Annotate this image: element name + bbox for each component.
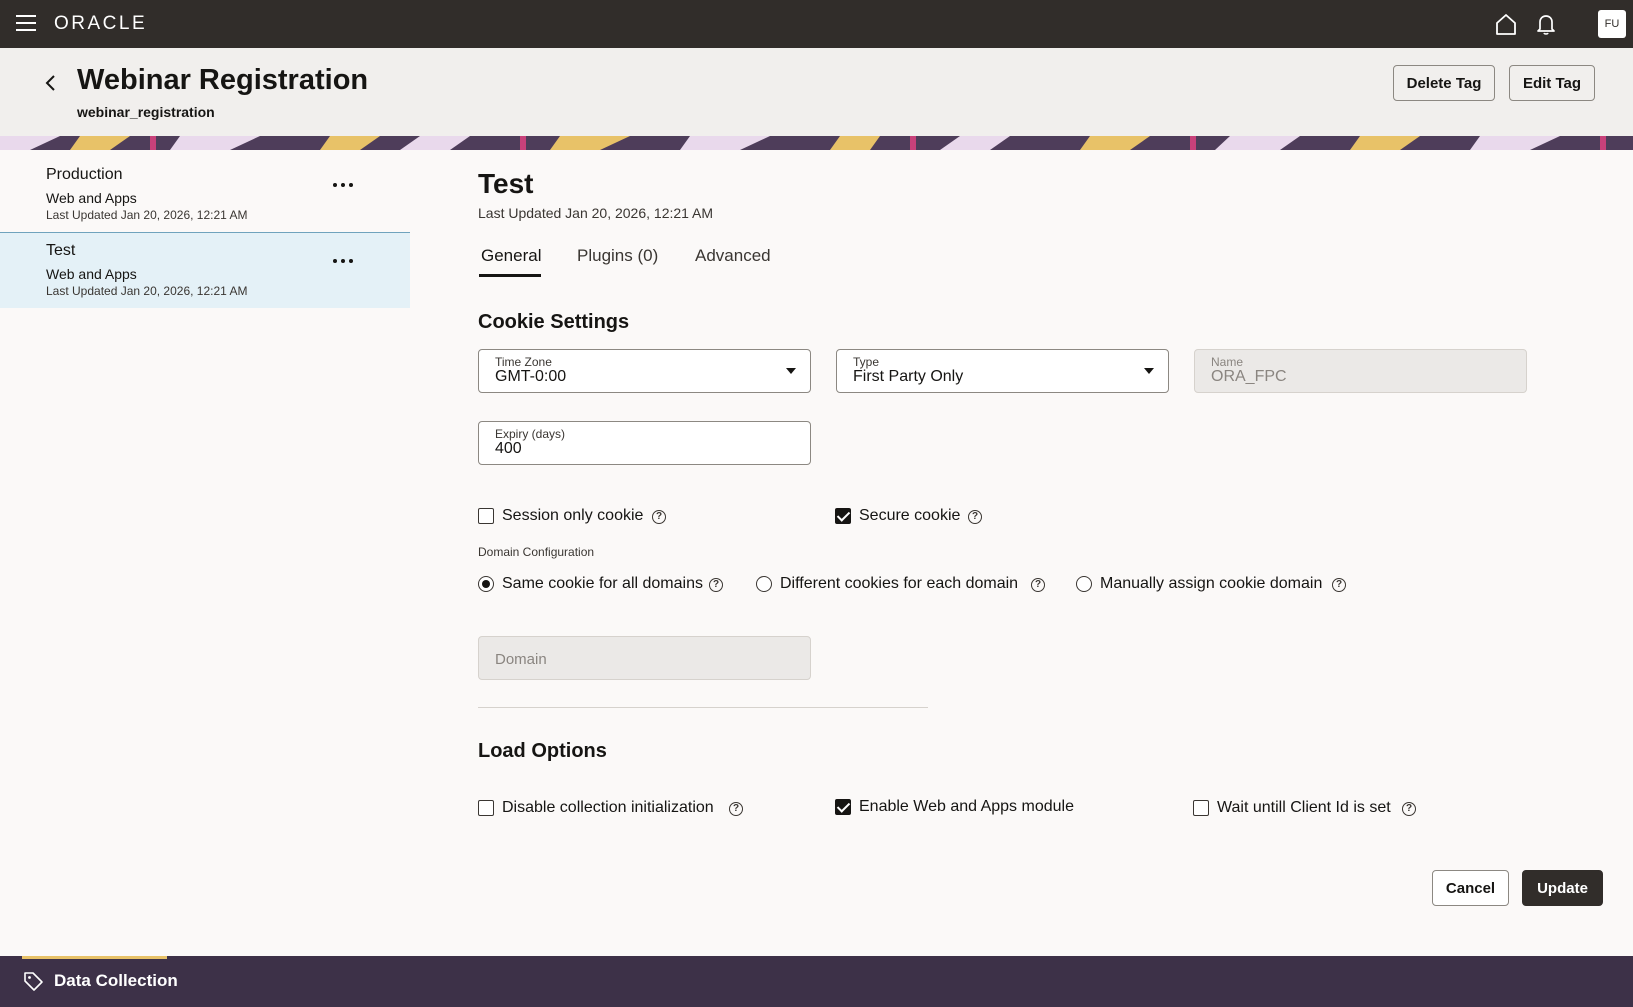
- environment-updated: Last Updated Jan 20, 2026, 12:21 AM: [46, 284, 248, 298]
- radio-manual-domain[interactable]: [1076, 576, 1092, 592]
- environment-item-test[interactable]: Test Web and Apps Last Updated Jan 20, 2…: [0, 233, 410, 308]
- oracle-logo: ORACLE: [54, 13, 148, 34]
- tag-icon[interactable]: [22, 970, 44, 992]
- session-only-label: Session only cookie: [502, 507, 644, 524]
- footer-active-indicator: [22, 956, 167, 959]
- menu-icon[interactable]: [16, 15, 36, 31]
- wait-client-id-checkbox[interactable]: [1193, 800, 1209, 816]
- cancel-button[interactable]: Cancel: [1432, 870, 1509, 906]
- type-label: Type: [853, 355, 880, 369]
- environment-title: Test: [478, 168, 534, 199]
- environment-list: Production Web and Apps Last Updated Jan…: [0, 150, 410, 956]
- cookie-settings-heading: Cookie Settings: [478, 311, 630, 333]
- user-avatar[interactable]: FU: [1598, 10, 1626, 38]
- name-label: Name: [1211, 355, 1244, 369]
- decorative-banner: [0, 136, 1633, 150]
- bell-icon[interactable]: [1533, 11, 1559, 37]
- environment-updated: Last Updated Jan 20, 2026, 12:21 AM: [46, 208, 248, 222]
- data-collection-link[interactable]: Data Collection: [54, 971, 178, 991]
- manual-domain-label: Manually assign cookie domain: [1100, 575, 1323, 592]
- top-navigation-bar: ORACLE FU: [0, 0, 1633, 48]
- environment-item-production[interactable]: Production Web and Apps Last Updated Jan…: [0, 150, 410, 225]
- enable-web-apps-checkbox[interactable]: [835, 799, 851, 815]
- disable-collection-label: Disable collection initialization: [502, 799, 714, 816]
- edit-tag-button[interactable]: Edit Tag: [1509, 65, 1595, 101]
- home-icon[interactable]: [1493, 11, 1519, 37]
- disable-collection-checkbox[interactable]: [478, 800, 494, 816]
- domain-configuration-label: Domain Configuration: [478, 545, 595, 559]
- chevron-down-icon: [786, 368, 796, 374]
- same-cookie-label: Same cookie for all domains: [502, 575, 703, 592]
- time-zone-select[interactable]: Time Zone GMT-0:00: [478, 349, 811, 393]
- environment-type: Web and Apps: [46, 266, 137, 282]
- cookie-name-field: Name ORA_FPC: [1194, 349, 1527, 393]
- help-icon[interactable]: ?: [1402, 802, 1416, 816]
- expiry-days-input[interactable]: Expiry (days) 400: [478, 421, 811, 465]
- load-options-heading: Load Options: [478, 740, 607, 762]
- time-zone-value: GMT-0:00: [495, 368, 567, 385]
- radio-different-cookies[interactable]: [756, 576, 772, 592]
- session-only-checkbox[interactable]: [478, 508, 494, 524]
- tab-plugins[interactable]: Plugins (0): [577, 246, 658, 276]
- name-value: ORA_FPC: [1211, 368, 1287, 385]
- environment-last-updated: Last Updated Jan 20, 2026, 12:21 AM: [478, 205, 714, 221]
- section-divider: [478, 707, 928, 708]
- tab-general[interactable]: General: [481, 246, 541, 276]
- delete-tag-button[interactable]: Delete Tag: [1393, 65, 1495, 101]
- back-arrow-icon[interactable]: [40, 72, 62, 94]
- more-options-icon[interactable]: [330, 175, 356, 195]
- environment-name: Test: [46, 242, 76, 259]
- help-icon[interactable]: ?: [709, 578, 723, 592]
- help-icon[interactable]: ?: [1332, 578, 1346, 592]
- footer-navigation: Data Collection: [0, 956, 1633, 1007]
- more-options-icon[interactable]: [330, 251, 356, 271]
- update-button[interactable]: Update: [1522, 870, 1603, 906]
- expiry-label: Expiry (days): [495, 427, 566, 441]
- wait-client-id-label: Wait untill Client Id is set: [1217, 799, 1391, 816]
- secure-cookie-label: Secure cookie: [859, 507, 961, 524]
- time-zone-label: Time Zone: [495, 355, 552, 369]
- help-icon[interactable]: ?: [652, 510, 666, 524]
- environment-name: Production: [46, 166, 123, 183]
- active-tab-indicator: [479, 274, 541, 277]
- chevron-down-icon: [1144, 368, 1154, 374]
- different-cookies-label: Different cookies for each domain: [780, 575, 1019, 592]
- page-title: Webinar Registration: [77, 64, 369, 96]
- expiry-value: 400: [495, 440, 522, 457]
- help-icon[interactable]: ?: [1031, 578, 1045, 592]
- domain-placeholder: Domain: [495, 651, 547, 668]
- environment-type: Web and Apps: [46, 190, 137, 206]
- help-icon[interactable]: ?: [968, 510, 982, 524]
- type-value: First Party Only: [853, 368, 964, 385]
- radio-same-cookie[interactable]: [478, 576, 494, 592]
- tab-advanced[interactable]: Advanced: [695, 246, 771, 276]
- enable-web-apps-label: Enable Web and Apps module: [859, 798, 1074, 815]
- cookie-type-select[interactable]: Type First Party Only: [836, 349, 1169, 393]
- domain-input: Domain: [478, 636, 811, 680]
- help-icon[interactable]: ?: [729, 802, 743, 816]
- page-subtitle: webinar_registration: [77, 104, 215, 120]
- secure-cookie-checkbox[interactable]: [835, 508, 851, 524]
